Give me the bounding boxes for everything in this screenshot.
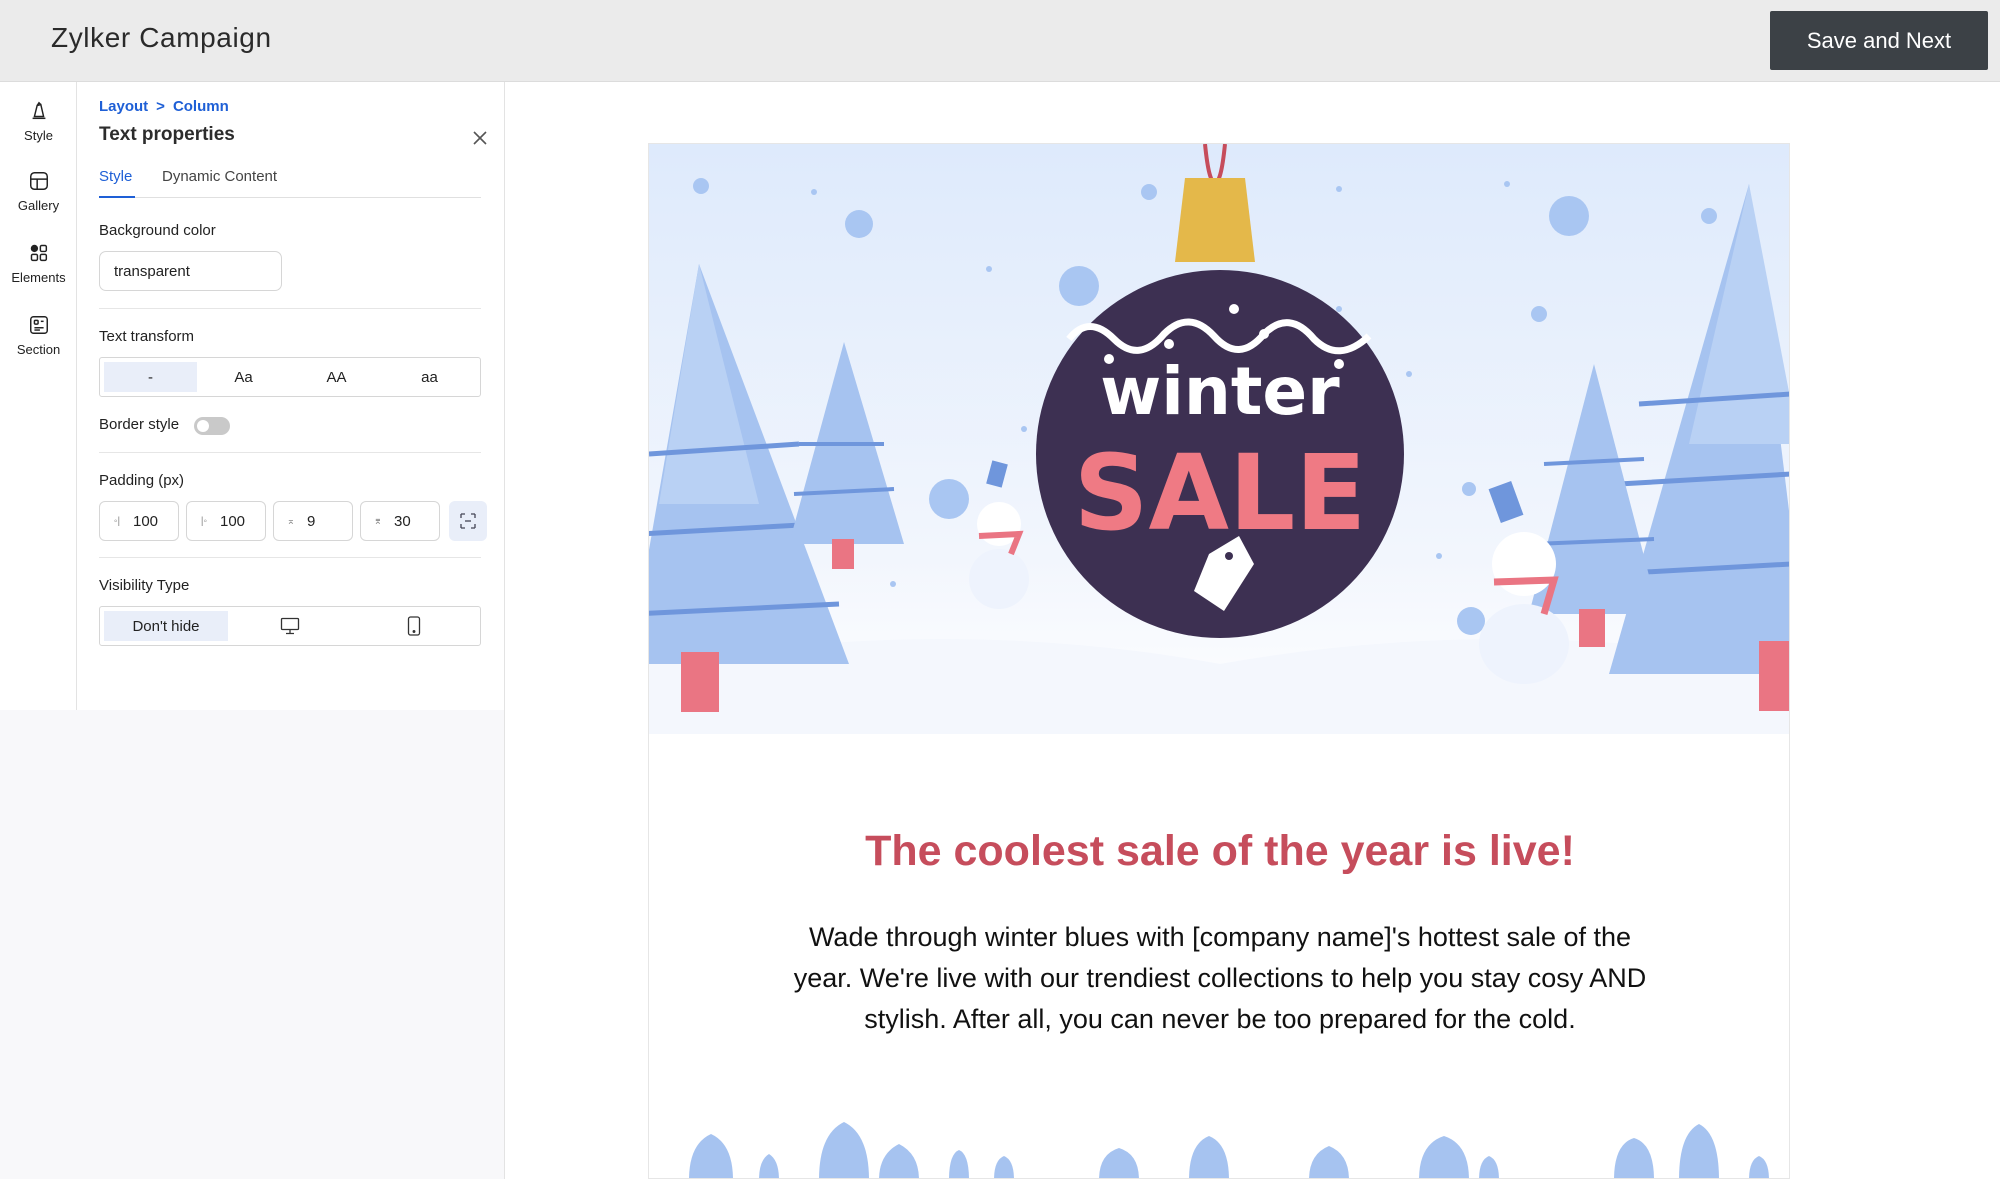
mobile-icon [407,616,421,636]
padding-left-input[interactable]: ◦| 100 [99,501,179,541]
section-icon [29,315,48,334]
border-style-toggle[interactable] [194,417,230,435]
background-color-value: transparent [114,262,190,280]
style-icon [32,101,45,119]
padding-bottom-value: 30 [394,512,411,530]
padding-label: Padding (px) [99,472,185,489]
breadcrumb-column[interactable]: Column [173,98,229,115]
visibility-type-label: Visibility Type [99,577,190,594]
email-headline[interactable]: The coolest sale of the year is live! [649,827,1789,876]
banner-line1: winter [1100,353,1340,430]
breadcrumb-layout[interactable]: Layout [99,98,148,115]
banner-line2: SALE [1074,432,1367,554]
padding-left-icon: ◦| [113,515,121,527]
text-transform-capitalize[interactable]: Aa [197,362,290,392]
app-title: Zylker Campaign [51,22,272,53]
rail-item-section[interactable]: Section [0,300,77,370]
breadcrumb-separator: > [156,98,165,115]
rail-item-gallery[interactable]: Gallery [0,156,77,226]
rail-label: Elements [11,269,66,285]
breadcrumb: Layout > Column [99,98,229,115]
text-transform-uppercase[interactable]: AA [290,362,383,392]
rail-label: Gallery [17,197,60,213]
tab-dynamic-content[interactable]: Dynamic Content [162,168,277,198]
panel-title: Text properties [99,124,235,145]
gallery-icon [29,171,48,190]
top-bar: Zylker Campaign Save and Next [0,0,2000,82]
save-and-next-button[interactable]: Save and Next [1770,11,1988,70]
rail-item-style[interactable]: Style [0,86,77,156]
padding-link-button[interactable] [449,501,487,541]
padding-right-value: 100 [220,512,246,530]
padding-top-input[interactable]: ⌅ 9 [273,501,353,541]
text-transform-selector: - Aa AA aa [99,357,481,397]
winter-sale-banner[interactable]: winter SALE [649,144,1790,734]
rail-item-elements[interactable]: Elements [0,228,77,298]
background-color-input[interactable]: transparent [99,251,282,291]
visibility-hide-desktop[interactable] [228,611,352,641]
email-body-text[interactable]: Wade through winter blues with [company … [785,917,1655,1040]
padding-all-sides-icon [460,513,476,529]
footer-trees-illustration [689,1122,1769,1178]
text-properties-panel: Layout > Column Text properties Style Dy… [77,82,505,710]
padding-right-icon: |◦ [200,515,208,527]
elements-icon [30,244,47,261]
padding-left-value: 100 [133,512,159,530]
email-preview: winter SALE The coolest sale of the year… [648,143,1790,1179]
rail-label: Section [16,341,61,357]
divider [99,308,481,309]
padding-right-input[interactable]: |◦ 100 [186,501,266,541]
border-style-label: Border style [99,416,180,433]
background-color-label: Background color [99,222,216,239]
panel-tabs: Style Dynamic Content [99,168,481,198]
visibility-type-selector: Don't hide [99,606,481,646]
padding-top-value: 9 [307,512,316,530]
divider [99,452,481,453]
left-rail: Style Gallery Elements Section [0,82,77,710]
visibility-hide-mobile[interactable] [352,611,476,641]
desktop-icon [280,617,300,635]
padding-bottom-icon: ⌆ [373,515,383,527]
visibility-dont-hide[interactable]: Don't hide [104,611,228,641]
rail-label: Style [24,127,53,143]
text-transform-none[interactable]: - [104,362,197,392]
padding-bottom-input[interactable]: ⌆ 30 [360,501,440,541]
tab-style[interactable]: Style [99,168,135,198]
close-icon[interactable] [470,128,490,148]
text-transform-label: Text transform [99,328,195,345]
padding-top-icon: ⌅ [286,515,296,527]
text-transform-lowercase[interactable]: aa [383,362,476,392]
divider [99,557,481,558]
panel-empty-area [0,710,505,1179]
